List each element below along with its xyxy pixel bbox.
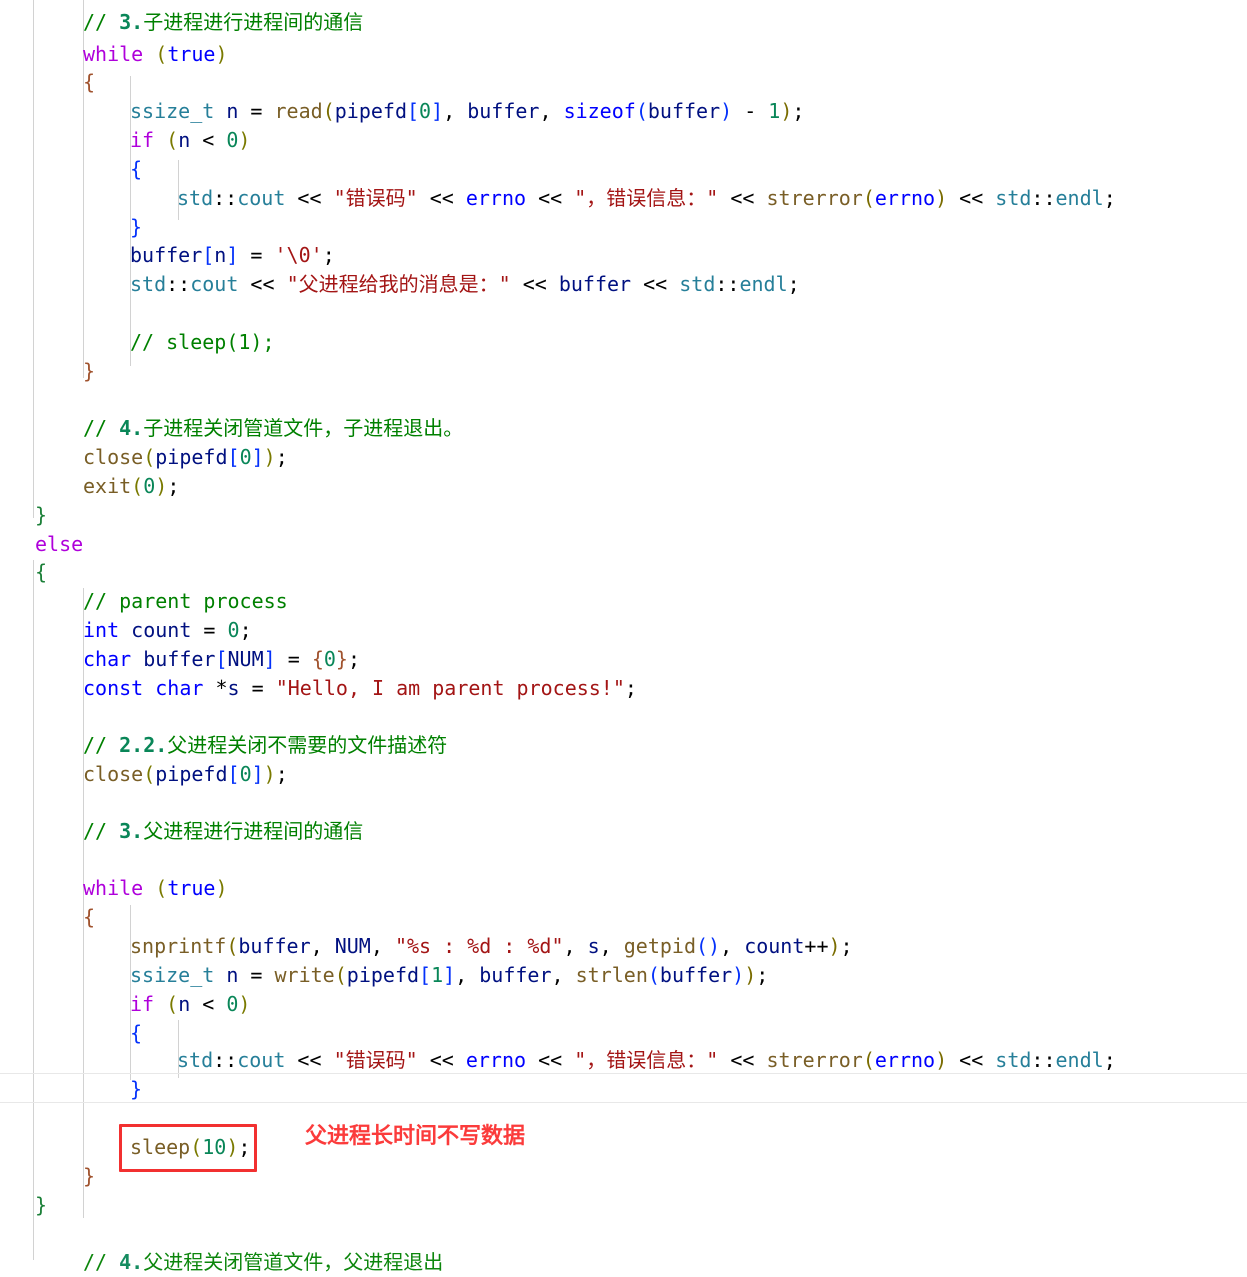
annotation-note-text: 父进程长时间不写数据: [305, 1124, 526, 1149]
code-line[interactable]: {: [130, 1019, 142, 1048]
stitch-seam-bottom: [0, 1102, 1247, 1103]
code-line[interactable]: // 3.子进程进行进程间的通信: [83, 8, 363, 37]
code-line[interactable]: }: [130, 1075, 142, 1104]
code-line[interactable]: else: [35, 530, 83, 559]
code-line[interactable]: // 3.父进程进行进程间的通信: [83, 817, 363, 846]
code-line[interactable]: {: [35, 558, 47, 587]
code-line[interactable]: while (true): [83, 40, 228, 69]
code-line[interactable]: if (n < 0): [130, 990, 250, 1019]
code-line[interactable]: snprintf(buffer, NUM, "%s : %d : %d", s,…: [130, 932, 853, 961]
code-line[interactable]: const char *s = "Hello, I am parent proc…: [83, 674, 637, 703]
code-line[interactable]: close(pipefd[0]);: [83, 443, 288, 472]
code-line-partial[interactable]: // 4.父进程关闭管道文件，父进程退出: [83, 1248, 443, 1277]
code-line[interactable]: }: [83, 357, 95, 386]
code-line[interactable]: int count = 0;: [83, 616, 252, 645]
code-line[interactable]: }: [130, 213, 142, 242]
code-line[interactable]: // sleep(1);: [130, 328, 275, 357]
code-line[interactable]: // 4.子进程关闭管道文件，子进程退出。: [83, 414, 463, 443]
code-line[interactable]: {: [83, 903, 95, 932]
code-line[interactable]: buffer[n] = '\0';: [130, 241, 335, 270]
sleep-call-highlight-box: [119, 1124, 257, 1172]
code-line[interactable]: std::cout << "错误码" << errno << "，错误信息：" …: [177, 1046, 1116, 1075]
code-line[interactable]: ssize_t n = write(pipefd[1], buffer, str…: [130, 961, 768, 990]
code-line[interactable]: // 2.2.父进程关闭不需要的文件描述符: [83, 731, 447, 760]
code-line[interactable]: }: [35, 501, 47, 530]
indent-guide-level0: [33, 0, 34, 518]
code-line[interactable]: while (true): [83, 874, 228, 903]
code-line[interactable]: char buffer[NUM] = {0};: [83, 645, 360, 674]
indent-guide-level0-b: [33, 560, 34, 1260]
code-line[interactable]: {: [83, 68, 95, 97]
code-line[interactable]: ssize_t n = read(pipefd[0], buffer, size…: [130, 97, 804, 126]
code-line[interactable]: // parent process: [83, 587, 288, 616]
code-editor-canvas[interactable]: // 3.子进程进行进程间的通信 while (true) { ssize_t …: [0, 0, 1247, 1274]
code-line[interactable]: }: [83, 1162, 95, 1191]
code-line[interactable]: std::cout << "父进程给我的消息是：" << buffer << s…: [130, 270, 800, 299]
code-line[interactable]: {: [130, 155, 142, 184]
code-line[interactable]: std::cout << "错误码" << errno << "，错误信息：" …: [177, 184, 1116, 213]
code-line[interactable]: if (n < 0): [130, 126, 250, 155]
code-line[interactable]: exit(0);: [83, 472, 179, 501]
code-line[interactable]: }: [35, 1191, 47, 1220]
code-line[interactable]: close(pipefd[0]);: [83, 760, 288, 789]
